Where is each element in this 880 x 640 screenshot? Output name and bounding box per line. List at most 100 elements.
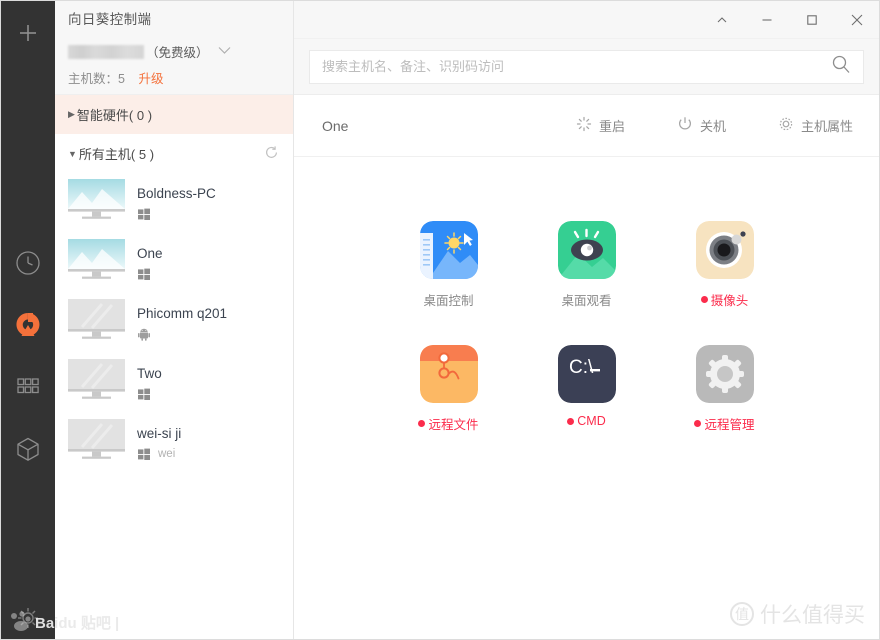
search-box[interactable] [309, 49, 864, 84]
monitor-offline-icon [68, 299, 125, 339]
window-close-button[interactable] [834, 1, 879, 39]
host-list-item[interactable]: One [55, 233, 293, 293]
status-dot [418, 420, 426, 427]
power-icon [677, 116, 693, 135]
group-all-hosts[interactable]: ▼ 所有主机( 5 ) [55, 134, 293, 173]
sunlogin-window: 向日葵控制端 （免费级） 主机数：5 升级 ▶ 智能硬件( 0 ) ▼ 所有主机 [0, 0, 880, 640]
host-list-item[interactable]: Phicomm q201 [55, 293, 293, 353]
host-meta: One [137, 245, 163, 281]
desktop-view-icon [557, 221, 616, 279]
app-label-text: 远程文件 [428, 418, 479, 432]
app-label-text: 远程管理 [704, 418, 755, 432]
host-properties-button[interactable]: 主机属性 [778, 116, 853, 135]
host-meta: wei-si ji wei [137, 425, 181, 461]
app-label: 远程文件 [418, 414, 479, 433]
host-list-item[interactable]: wei-si ji wei [55, 413, 293, 473]
host-thumbnail [68, 299, 125, 347]
windows-icon [138, 208, 150, 220]
host-thumbnail [68, 359, 125, 407]
app-label-text: CMD [577, 414, 606, 428]
maximize-icon [806, 14, 817, 25]
app-label: 摄像头 [700, 290, 749, 309]
rail-bottom-logo [1, 605, 55, 631]
monitor-online-icon [68, 179, 125, 219]
host-list[interactable]: Boldness-PC One Phicomm q201 Two wei-si … [55, 173, 293, 639]
refresh-icon[interactable] [264, 145, 279, 163]
sidebar-header: 向日葵控制端 （免费级） 主机数：5 升级 [55, 1, 293, 95]
current-host-name: One [322, 117, 349, 134]
host-thumbnail [68, 239, 125, 287]
status-dot [694, 420, 702, 427]
host-list-item[interactable]: Boldness-PC [55, 173, 293, 233]
cmd-icon-wrap[interactable]: C:\ [557, 345, 616, 403]
window-minimize-button[interactable] [744, 1, 789, 39]
host-os-row [137, 267, 163, 281]
host-os-row [137, 327, 227, 341]
remote-file-icon-wrap[interactable] [419, 345, 478, 403]
rail-item-apps[interactable] [8, 367, 48, 407]
gear-icon [778, 116, 794, 135]
window-maximize-button[interactable] [789, 1, 834, 39]
close-icon [851, 14, 862, 25]
group-smart-hardware[interactable]: ▶ 智能硬件( 0 ) [55, 95, 293, 134]
cube-icon [17, 437, 39, 461]
restart-button[interactable]: 重启 [576, 116, 625, 135]
host-meta: Two [137, 365, 162, 401]
app-row: 桌面控制 桌面观看 摄像头 [407, 221, 767, 309]
host-name: wei-si ji [137, 426, 182, 441]
triangle-down-icon: ▼ [68, 148, 77, 159]
host-os-row [137, 207, 216, 221]
app-label: 桌面控制 [423, 290, 473, 309]
status-dot [700, 296, 708, 303]
triangle-right-icon: ▶ [68, 109, 75, 119]
app-desktop-control[interactable]: 桌面控制 [407, 221, 491, 309]
rail-item-sunlogin[interactable] [8, 305, 48, 345]
camera-icon-wrap[interactable] [695, 221, 754, 279]
host-name: Phicomm q201 [137, 306, 228, 321]
app-cmd[interactable]: C:\ CMD [545, 345, 629, 433]
remote-file-icon [419, 345, 478, 403]
left-rail [1, 1, 55, 639]
desktop-control-icon-wrap[interactable] [419, 221, 478, 279]
rail-item-history[interactable] [8, 243, 48, 283]
host-os-row [137, 387, 162, 401]
minimize-icon [762, 18, 771, 21]
group-smart-hardware-label: 智能硬件( 0 ) [76, 108, 153, 123]
rail-item-plugins[interactable] [8, 429, 48, 469]
app-label-text: 摄像头 [710, 294, 749, 308]
app-remote-file[interactable]: 远程文件 [407, 345, 491, 433]
status-dot [567, 417, 575, 425]
window-collapse-button[interactable] [699, 1, 744, 39]
add-host-button[interactable] [8, 13, 48, 53]
app-label: 桌面观看 [561, 290, 611, 309]
host-properties-label: 主机属性 [800, 119, 853, 134]
svg-text:C:\: C:\ [569, 357, 594, 378]
desktop-control-icon [419, 221, 478, 279]
sunflower-logo-icon [16, 313, 40, 336]
restart-label: 重启 [598, 119, 625, 134]
account-sub: 主机数：5 升级 [68, 68, 293, 87]
app-desktop-view[interactable]: 桌面观看 [545, 221, 629, 309]
chevron-down-icon[interactable] [218, 46, 231, 58]
app-title: 向日葵控制端 [68, 12, 152, 27]
sidebar: 向日葵控制端 （免费级） 主机数：5 升级 ▶ 智能硬件( 0 ) ▼ 所有主机 [55, 1, 294, 639]
app-camera[interactable]: 摄像头 [683, 221, 767, 309]
search-icon[interactable] [831, 54, 851, 79]
app-remote-manage[interactable]: 远程管理 [683, 345, 767, 433]
remote-manage-icon-wrap[interactable] [695, 345, 754, 403]
monitor-online-icon [68, 239, 125, 279]
shutdown-label: 关机 [699, 119, 726, 134]
cmd-icon: C:\ [557, 345, 616, 403]
account-row[interactable]: （免费级） [68, 42, 293, 61]
upgrade-link[interactable]: 升级 [138, 72, 163, 86]
shutdown-button[interactable]: 关机 [677, 116, 726, 135]
host-meta: Phicomm q201 [137, 305, 227, 341]
host-name: One [137, 246, 163, 261]
desktop-view-icon-wrap[interactable] [557, 221, 616, 279]
host-list-item[interactable]: Two [55, 353, 293, 413]
camera-icon [695, 221, 754, 279]
account-level: （免费级） [146, 46, 209, 60]
search-input[interactable] [322, 59, 831, 74]
app-label-text: 桌面控制 [423, 294, 474, 308]
windows-icon [138, 448, 150, 460]
